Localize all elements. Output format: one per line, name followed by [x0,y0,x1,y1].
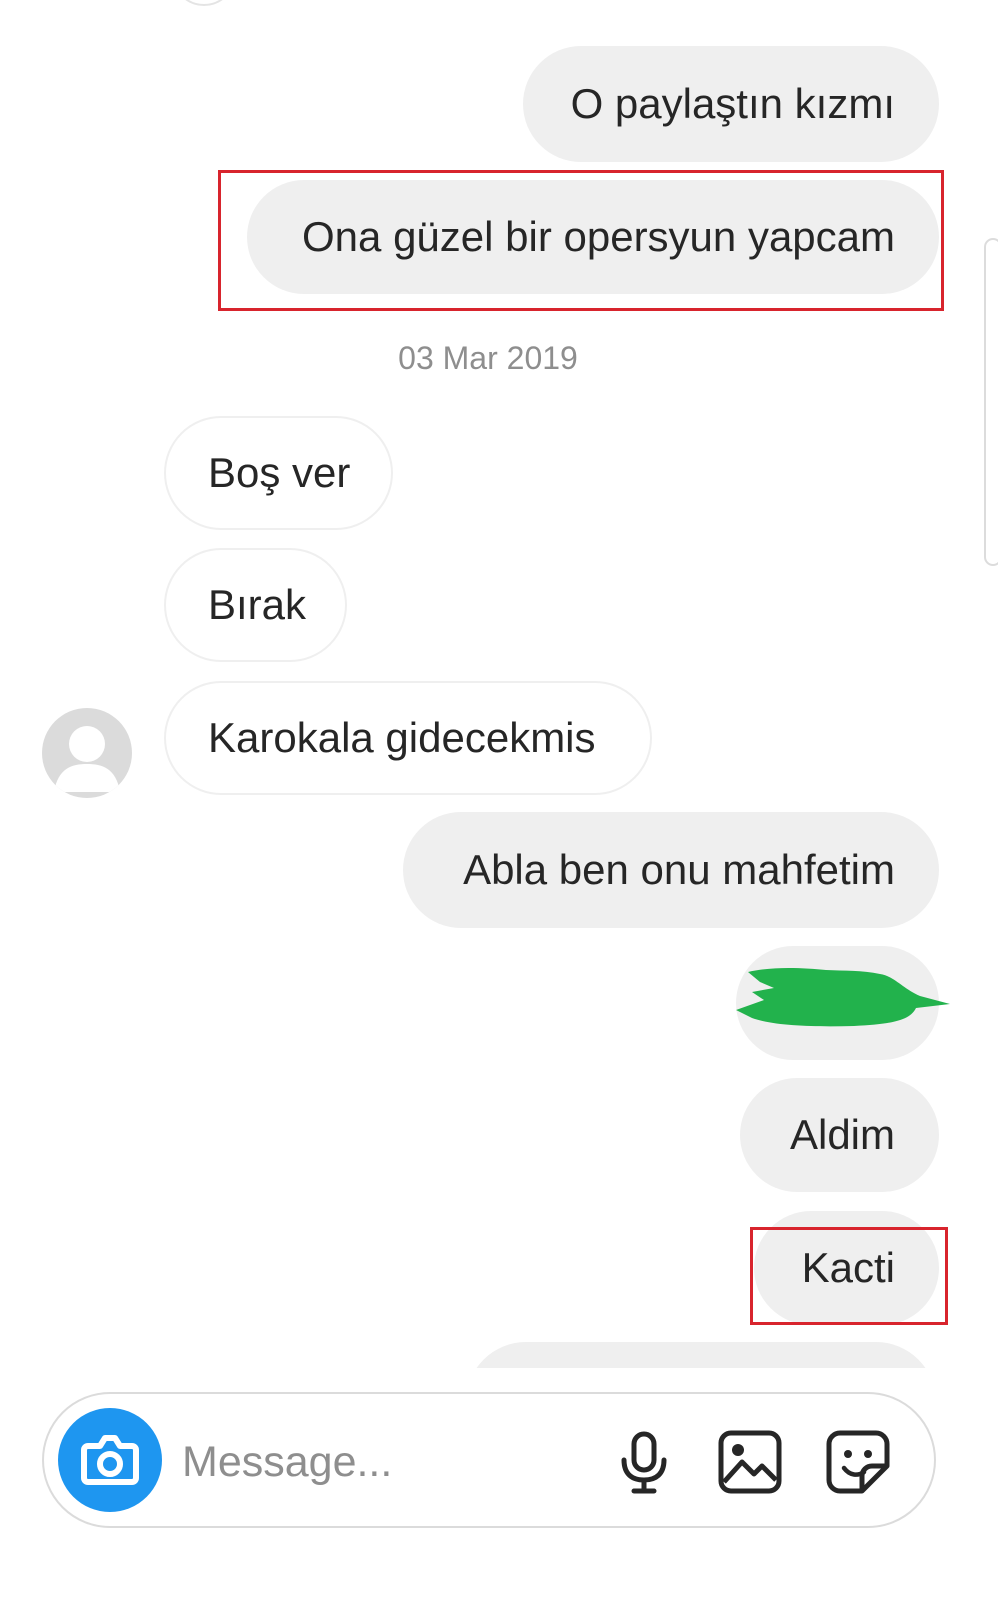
message-text: O paylaştın kızmı [570,80,895,127]
message-text: Aldim [789,1111,895,1158]
scrollbar[interactable] [984,238,998,566]
avatar-partial [172,0,236,6]
message-bubble-outgoing[interactable]: Abla ben onu mahfetim [403,812,939,928]
message-text: Kacti [801,1244,895,1291]
camera-icon [81,1435,139,1485]
message-text: Ona güzel bir opersyun yapcam [302,213,895,260]
camera-button[interactable] [58,1408,162,1512]
message-bubble-incoming[interactable]: Boş ver [164,416,393,530]
sticker-icon[interactable] [824,1428,892,1496]
message-bubble-incoming[interactable]: Karokala gidecekmis [164,681,652,795]
date-separator: 03 Mar 2019 [398,340,578,376]
message-input[interactable] [182,1434,582,1490]
message-bubble-outgoing[interactable]: O paylaştın kızmı [523,46,939,162]
message-text: Bırak [208,581,307,628]
sender-avatar[interactable] [42,708,132,798]
message-bubble-incoming[interactable]: Bırak [164,548,347,662]
image-gallery-icon[interactable] [716,1428,784,1496]
message-text: Karokala gidecekmis [208,714,596,761]
message-bubble-outgoing[interactable]: Ona güzel bir opersyun yapcam [247,180,939,294]
default-profile-icon [54,726,120,792]
message-text: Boş ver [208,449,351,496]
redaction-scribble [736,968,950,1027]
message-composer [42,1392,936,1528]
microphone-icon[interactable] [610,1428,678,1496]
message-bubble-outgoing[interactable]: Aldim [740,1078,939,1192]
message-bubble-outgoing[interactable]: Kacti [754,1211,939,1325]
message-text: Abla ben onu mahfetim [463,846,895,893]
